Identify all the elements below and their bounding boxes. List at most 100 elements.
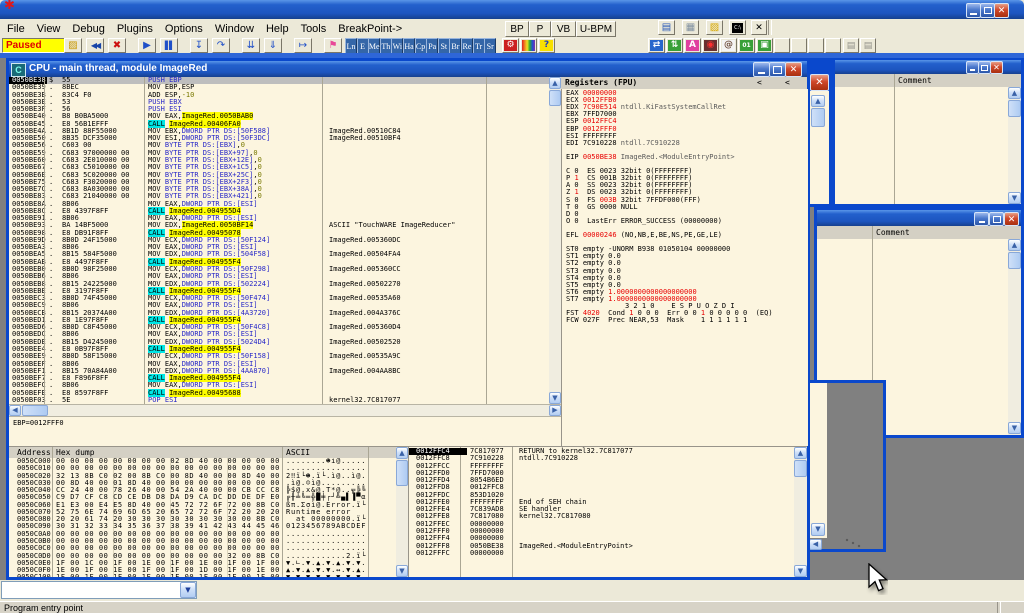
- window-a-scroll-up[interactable]: ▲: [1008, 87, 1021, 99]
- blank-button[interactable]: [774, 38, 790, 53]
- window-a-scroll-thumb[interactable]: [1008, 100, 1021, 117]
- restart-button[interactable]: ◀◀: [86, 38, 104, 53]
- resize-grip[interactable]: [844, 537, 866, 550]
- stack-row[interactable]: 0012FFE0FFFFFFFFEnd of SEH chain: [409, 499, 795, 506]
- disasm-row[interactable]: 0050BE83.C683 21040000 00MOV BYTE PTR DS…: [9, 193, 549, 200]
- ascii-a-button[interactable]: A: [684, 38, 701, 53]
- window-b-scroll-thumb[interactable]: [1008, 252, 1021, 269]
- appearance-button[interactable]: [520, 38, 537, 53]
- blank-button[interactable]: [825, 38, 841, 53]
- cpu-minimize-button[interactable]: [753, 62, 770, 77]
- stack-row[interactable]: 0012FFEC00000000: [409, 521, 795, 528]
- register-line[interactable]: EFL 00000246 (NO,NB,E,BE,NS,PE,GE,LE): [566, 232, 722, 239]
- plugin-button-u-bpm[interactable]: U-BPM: [576, 21, 616, 37]
- stack-row[interactable]: 0012FFD07FFD7000: [409, 470, 795, 477]
- stack-scroll-up[interactable]: ▲: [794, 447, 807, 459]
- plugin-button-vb[interactable]: VB: [551, 21, 576, 37]
- blank-button[interactable]: [791, 38, 807, 53]
- doc-button-1[interactable]: ▤: [843, 38, 859, 53]
- folder-icon-button[interactable]: ▨: [706, 20, 723, 35]
- menu-plugins[interactable]: Plugins: [111, 21, 159, 37]
- console-icon-button[interactable]: C:\: [729, 20, 746, 35]
- disasm-vscrollbar[interactable]: [549, 77, 561, 404]
- stack-scroll-thumb[interactable]: [794, 460, 807, 477]
- register-line[interactable]: EDI 7C910228 ntdll.7C910228: [566, 140, 680, 147]
- mark-button[interactable]: ⚑: [324, 38, 342, 53]
- pane-button-ln[interactable]: Ln: [345, 38, 357, 54]
- dump-pane[interactable]: 0050C00000 00 00 00 00 00 00 00 02 8D 40…: [9, 458, 396, 577]
- pane-button-cp[interactable]: Cp: [415, 38, 427, 54]
- disasm-row[interactable]: 0050BEF7.E8 F896F8FFCALL ImageRed.004955…: [9, 375, 549, 382]
- dump-scroll-up[interactable]: ▲: [396, 447, 408, 459]
- dump-scroll-down[interactable]: ▼: [396, 565, 408, 577]
- pane-button-tr[interactable]: Tr: [473, 38, 485, 54]
- menu-file[interactable]: File: [1, 21, 31, 37]
- swap-arrows-button[interactable]: ⇄: [648, 38, 665, 53]
- registers-pane-button-2[interactable]: <: [785, 78, 790, 87]
- disasm-scroll-down[interactable]: ▼: [549, 392, 561, 404]
- stack-row[interactable]: 0012FFD48054B6ED: [409, 477, 795, 484]
- execute-return-button[interactable]: ↦: [294, 38, 312, 53]
- menu-breakpoint[interactable]: BreakPoint->: [332, 21, 408, 37]
- window-b-close-button[interactable]: ✕: [1004, 212, 1019, 226]
- plugin-button-p[interactable]: P: [529, 21, 551, 37]
- run-button[interactable]: ▶: [138, 38, 156, 53]
- window-b-maximize-button[interactable]: [989, 212, 1004, 226]
- stack-row[interactable]: 0012FFC47C817077RETURN to kernel32.7C817…: [409, 448, 795, 455]
- disassembly-pane[interactable]: 0050BE38$55PUSH EBP0050BE39.8BECMOV EBP,…: [9, 77, 549, 404]
- stack-pane[interactable]: 0012FFC47C817077RETURN to kernel32.7C817…: [408, 447, 795, 577]
- pane-button-e[interactable]: E: [357, 38, 369, 54]
- stack-row[interactable]: 0012FFFC00000000: [409, 550, 795, 557]
- window-b-minimize-button[interactable]: [974, 212, 989, 226]
- stack-row[interactable]: 0012FFF80050BE38ImageRed.<ModuleEntryPoi…: [409, 543, 795, 550]
- disasm-scroll-right[interactable]: ▶: [549, 405, 561, 416]
- combobox-dropdown-button[interactable]: ▼: [180, 582, 196, 598]
- window-a-close-button[interactable]: ✕: [990, 61, 1003, 74]
- sliver-scroll-up[interactable]: ▲: [811, 95, 825, 107]
- pane-button-pa[interactable]: Pa: [426, 38, 438, 54]
- restore-button[interactable]: [980, 3, 995, 18]
- command-combobox[interactable]: ▼: [1, 581, 197, 599]
- disasm-row[interactable]: 0050BE38$55PUSH EBP: [9, 77, 549, 84]
- pane-button-sr[interactable]: Sr: [484, 38, 496, 54]
- doc-button-2[interactable]: ▤: [860, 38, 876, 53]
- disasm-scroll-thumb[interactable]: [549, 90, 561, 106]
- dump-scroll-thumb[interactable]: [396, 460, 408, 486]
- open-file-button[interactable]: ▨: [64, 38, 82, 53]
- disasm-row[interactable]: 0050BED6.8B0D C8F45000MOV ECX,DWORD PTR …: [9, 324, 549, 331]
- spiral-button[interactable]: @: [720, 38, 737, 53]
- pane-button-th[interactable]: Th: [380, 38, 392, 54]
- disasm-row[interactable]: 0050BEE9.8B0D 58F15000MOV ECX,DWORD PTR …: [9, 353, 549, 360]
- animate-into-button[interactable]: ⇊: [242, 38, 260, 53]
- menu-debug[interactable]: Debug: [66, 21, 110, 37]
- minimize-button[interactable]: [966, 3, 981, 18]
- step-into-button[interactable]: ↧: [190, 38, 208, 53]
- disasm-scroll-up[interactable]: ▲: [549, 77, 561, 89]
- updown-arrows-button[interactable]: ⇅: [666, 38, 683, 53]
- notepad-icon-button[interactable]: ▤: [658, 20, 675, 35]
- info-pane[interactable]: EBP=0012FFF0: [9, 416, 561, 447]
- blank-button[interactable]: [808, 38, 824, 53]
- pause-button[interactable]: ▌▌: [160, 38, 178, 53]
- record-button[interactable]: ◉: [702, 38, 719, 53]
- disasm-row[interactable]: 0050BF03.5EPOP ESIkernel32.7C817077: [9, 397, 549, 404]
- registers-pane[interactable]: EAX 00000000ECX 0012FFB0EDX 7C90E514 ntd…: [561, 89, 808, 446]
- menu-window[interactable]: Window: [209, 21, 260, 37]
- pane-button-re[interactable]: Re: [461, 38, 473, 54]
- sliver2-scroll-down[interactable]: ▼: [811, 523, 825, 536]
- cpu-close-button[interactable]: ✕: [785, 62, 802, 77]
- register-line[interactable]: EIP 0050BE38 ImageRed.<ModuleEntryPoint>: [566, 154, 735, 161]
- menu-tools[interactable]: Tools: [295, 21, 333, 37]
- stack-row[interactable]: 0012FFF000000000: [409, 528, 795, 535]
- options-gear-button[interactable]: ⚙: [502, 38, 519, 53]
- disasm-row[interactable]: 0050BEFE.E8 8597F8FFCALL ImageRed.004956…: [9, 390, 549, 397]
- close-button[interactable]: ✕: [994, 3, 1009, 18]
- menu-view[interactable]: View: [31, 21, 67, 37]
- calc-icon-button[interactable]: ▦: [682, 20, 699, 35]
- disasm-row[interactable]: 0050BE3E.53PUSH EBX: [9, 99, 549, 106]
- binary-button[interactable]: 01: [738, 38, 755, 53]
- sliver2-scroll-left[interactable]: ◀: [809, 539, 822, 550]
- disasm-row[interactable]: 0050BE9D.8B0D 24F15000MOV ECX,DWORD PTR …: [9, 237, 549, 244]
- stack-row[interactable]: 0012FFCCFFFFFFFF: [409, 463, 795, 470]
- stack-row[interactable]: 0012FFDC853D1020: [409, 492, 795, 499]
